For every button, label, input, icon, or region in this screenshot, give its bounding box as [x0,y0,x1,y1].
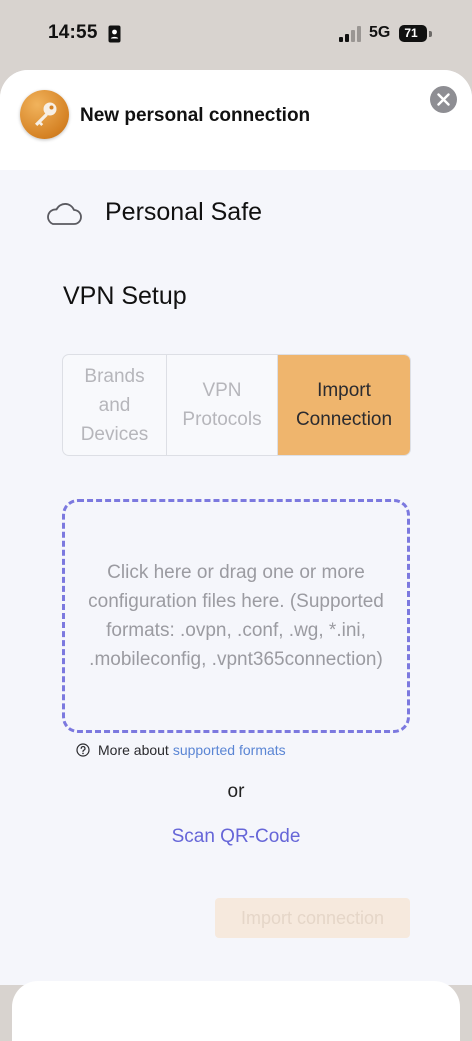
file-dropzone[interactable]: Click here or drag one or more configura… [62,499,410,733]
question-circle-icon [76,743,90,757]
setup-title: VPN Setup [63,282,187,310]
tab-label: VPN Protocols [182,380,262,430]
help-line: More about supported formats [76,742,286,758]
id-card-icon [108,25,121,43]
supported-formats-link[interactable]: supported formats [173,742,286,758]
sheet-header: New personal connection [0,70,472,170]
network-type: 5G [369,24,391,41]
battery-cap [429,31,432,37]
or-separator: or [227,781,245,802]
battery-level: 71 [404,26,418,40]
next-sheet-edge [12,981,460,1041]
tab-brands-and-devices[interactable]: Brands and Devices [63,355,167,455]
tab-label: Import Connection [295,380,393,430]
status-bar: 14:55 5G 71 [0,0,472,70]
setup-tabs: Brands and Devices VPN Protocols Import … [62,354,411,456]
connection-sheet: New personal connection Personal Safe VP… [0,70,472,985]
tab-label: Brands and Devices [80,365,149,445]
scan-qr-code-label: Scan QR-Code [171,826,301,847]
close-icon [437,93,450,106]
status-time: 14:55 [48,22,98,43]
import-button-label: Import connection [240,907,385,928]
import-connection-button[interactable]: Import connection [215,898,410,938]
sheet-title: New personal connection [80,105,311,126]
scan-qr-code-link[interactable]: Scan QR-Code [0,826,472,848]
dropzone-text: Click here or drag one or more configura… [88,562,384,670]
cellular-signal-icon [339,26,361,42]
cloud-icon [47,203,82,225]
tab-vpn-protocols[interactable]: VPN Protocols [167,355,278,455]
tab-import-connection[interactable]: Import Connection [278,355,410,455]
section-title: Personal Safe [105,198,263,226]
help-text: More about [98,742,169,758]
key-icon [20,90,69,139]
battery-indicator: 71 [399,24,433,44]
close-button[interactable] [430,86,457,113]
